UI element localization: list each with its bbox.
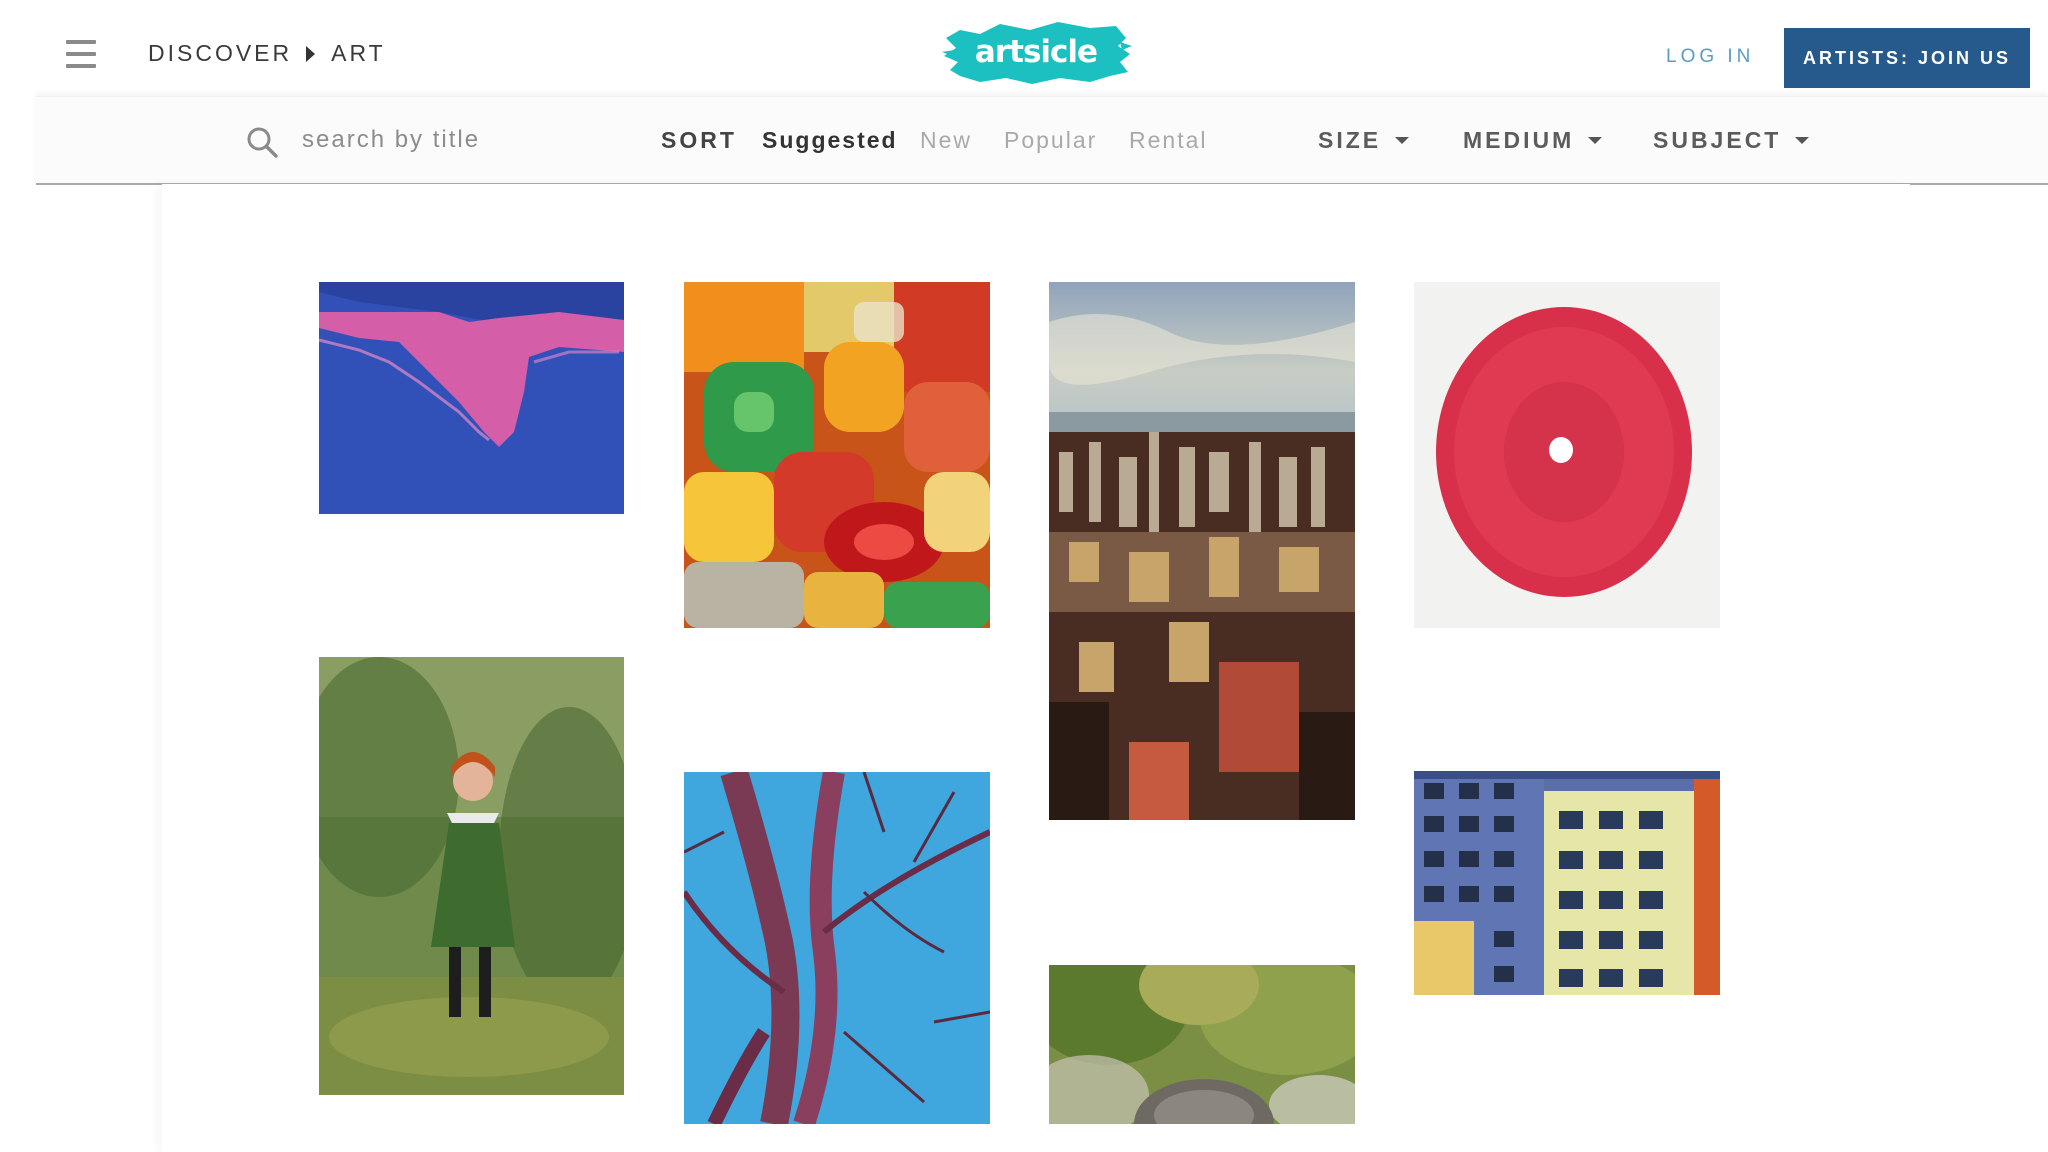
subject-dropdown[interactable]: SUBJECT <box>1653 127 1810 154</box>
artwork-image <box>1414 771 1720 995</box>
sort-popular[interactable]: Popular <box>1004 127 1097 154</box>
artwork-gummy-letters[interactable] <box>684 282 990 628</box>
hamburger-menu-icon[interactable] <box>66 40 96 68</box>
caret-down-icon <box>1795 137 1810 144</box>
top-header: DISCOVER ART artsicle LOG IN ARTISTS: JO… <box>0 0 2048 96</box>
artwork-image <box>1049 282 1355 820</box>
artwork-image <box>684 772 990 1124</box>
sort-suggested[interactable]: Suggested <box>762 127 898 154</box>
artwork-image <box>319 282 624 514</box>
artwork-tree-branches[interactable] <box>684 772 990 1124</box>
artsicle-logo[interactable]: artsicle <box>940 16 1132 88</box>
breadcrumb-arrow-icon <box>306 45 316 62</box>
search-input[interactable] <box>300 122 604 158</box>
artwork-image <box>684 282 990 628</box>
login-link[interactable]: LOG IN <box>1666 46 1754 68</box>
caret-down-icon <box>1395 137 1410 144</box>
medium-dropdown[interactable]: MEDIUM <box>1463 127 1603 154</box>
search-icon <box>247 127 278 158</box>
size-dropdown[interactable]: SIZE <box>1318 127 1410 154</box>
filter-bar: SORT Suggested New Popular Rental SIZE M… <box>36 96 2048 185</box>
size-dropdown-label: SIZE <box>1318 127 1382 153</box>
artwork-city-skyline[interactable] <box>1049 282 1355 820</box>
artwork-red-circle[interactable] <box>1414 282 1720 628</box>
sort-label: SORT <box>661 127 737 153</box>
artists-join-button[interactable]: ARTISTS: JOIN US <box>1784 28 2030 88</box>
sort-new[interactable]: New <box>920 127 972 154</box>
artwork-grid <box>162 184 1910 1152</box>
artwork-image <box>319 657 624 1095</box>
medium-dropdown-label: MEDIUM <box>1463 127 1575 153</box>
logo-text: artsicle <box>974 34 1098 70</box>
breadcrumb-discover[interactable]: DISCOVER <box>148 40 292 67</box>
artwork-image <box>1414 282 1720 628</box>
artwork-image <box>1049 965 1355 1124</box>
breadcrumb-art[interactable]: ART <box>331 40 386 67</box>
breadcrumb: DISCOVER ART <box>148 40 386 67</box>
caret-down-icon <box>1588 137 1603 144</box>
sort-rental[interactable]: Rental <box>1129 127 1207 154</box>
artwork-building-facade[interactable] <box>1414 771 1720 995</box>
artwork-girl-green-coat[interactable] <box>319 657 624 1095</box>
subject-dropdown-label: SUBJECT <box>1653 127 1782 153</box>
artwork-pink-legs[interactable] <box>319 282 624 514</box>
artwork-tree-canopy[interactable] <box>1049 965 1355 1124</box>
